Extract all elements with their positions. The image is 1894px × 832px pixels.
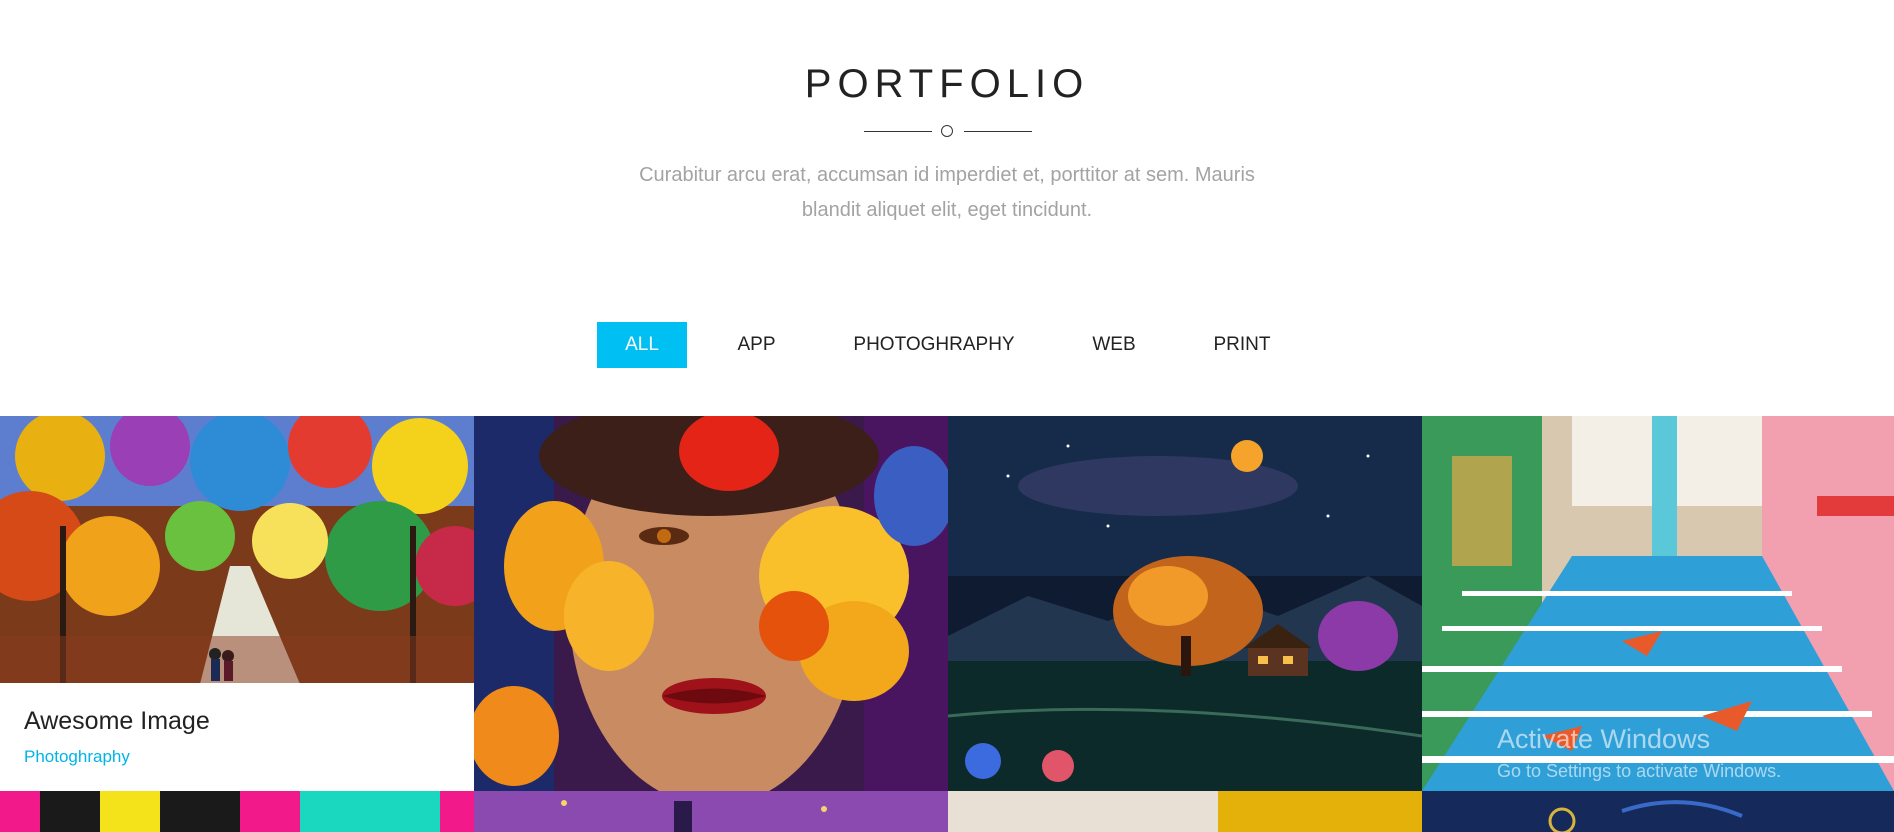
portfolio-item-8[interactable] (1422, 791, 1894, 832)
filter-web-button[interactable]: WEB (1075, 322, 1153, 368)
portfolio-item-1[interactable]: Awesome Image Photoghraphy (0, 416, 474, 791)
portfolio-filter-bar: ALL APP PHOTOGHRAPHY WEB PRINT (0, 322, 1894, 368)
autumn-park-painting-image (0, 416, 474, 684)
filter-photography-button[interactable]: PHOTOGHRAPHY (843, 322, 1025, 368)
portfolio-item-caption: Awesome Image Photoghraphy (0, 683, 474, 791)
watermark-title: Activate Windows (1497, 724, 1711, 754)
pop-art-leaves-image (0, 791, 474, 832)
title-divider (864, 124, 1032, 140)
divider-circle-icon (941, 125, 953, 137)
portfolio-item-category[interactable]: Photoghraphy (24, 747, 130, 767)
starry-night-image (1422, 791, 1894, 832)
portfolio-item-2[interactable] (474, 416, 948, 791)
portfolio-item-7[interactable] (948, 791, 1422, 832)
watermark-subtitle: Go to Settings to activate Windows. (1497, 761, 1782, 781)
divider-line-left (864, 131, 932, 132)
night-landscape-painting-image (948, 416, 1422, 791)
filter-app-button[interactable]: APP (720, 322, 793, 368)
woman-butterflies-painting-image (474, 416, 948, 791)
interior-room-image (948, 791, 1422, 832)
portfolio-item-5[interactable] (0, 791, 474, 832)
section-title: PORTFOLIO (804, 62, 1090, 106)
portfolio-item-3[interactable] (948, 416, 1422, 791)
portfolio-item-title[interactable]: Awesome Image (24, 707, 210, 736)
section-subtitle: Curabitur arcu erat, accumsan id imperdi… (597, 158, 1297, 228)
filter-all-button[interactable]: ALL (597, 322, 687, 368)
divider-line-right (964, 131, 1032, 132)
subtitle-line-2: blandit aliquet elit, eget tincidunt. (801, 199, 1093, 221)
windows-activation-watermark: Activate Windows Go to Settings to activ… (1497, 724, 1781, 782)
subtitle-line-1: Curabitur arcu erat, accumsan id imperdi… (639, 164, 1255, 186)
portfolio-item-6[interactable] (474, 791, 948, 832)
filter-print-button[interactable]: PRINT (1203, 322, 1281, 368)
purple-city-painting-image (474, 791, 948, 832)
